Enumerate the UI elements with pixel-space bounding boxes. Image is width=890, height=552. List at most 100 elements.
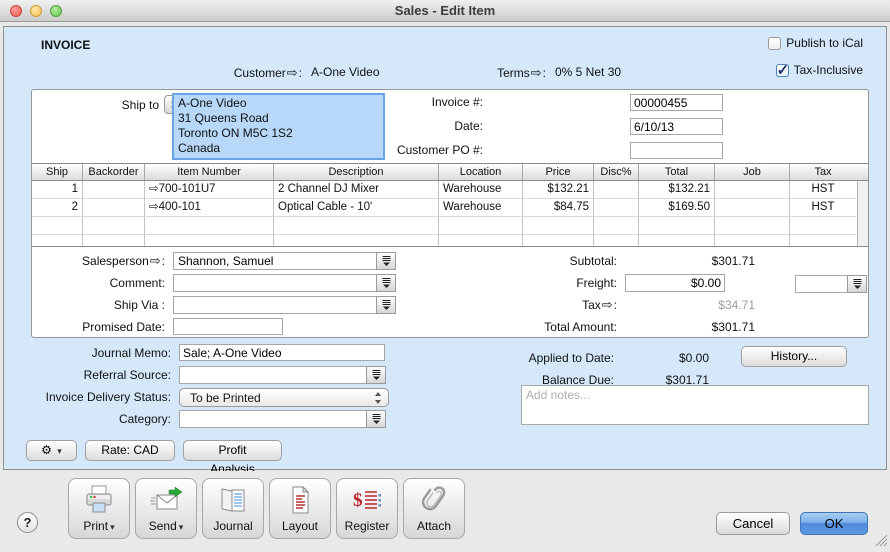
table-cell[interactable]: HST bbox=[790, 181, 856, 199]
column-header[interactable]: Item Number bbox=[145, 164, 274, 180]
column-header[interactable]: Disc% bbox=[594, 164, 639, 180]
table-row[interactable]: 2 ⇨400-101Optical Cable - 10'Warehouse$84… bbox=[32, 199, 868, 217]
terms-value[interactable]: 0% 5 Net 30 bbox=[555, 65, 621, 79]
comment-combo[interactable] bbox=[173, 274, 396, 292]
zoom-arrow-icon[interactable]: ⇨ bbox=[601, 297, 614, 312]
ship-to-address[interactable]: A-One Video 31 Queens Road Toronto ON M5… bbox=[172, 93, 385, 160]
ship-via-input[interactable] bbox=[173, 296, 376, 314]
table-cell[interactable]: Warehouse bbox=[439, 181, 523, 199]
comment-input[interactable] bbox=[173, 274, 376, 292]
promised-date-input[interactable] bbox=[173, 318, 283, 335]
notes-textarea[interactable] bbox=[521, 385, 869, 425]
table-cell[interactable] bbox=[439, 235, 523, 247]
table-cell[interactable]: Optical Cable - 10' bbox=[274, 199, 439, 217]
table-cell[interactable] bbox=[83, 181, 145, 199]
table-cell[interactable] bbox=[594, 235, 639, 247]
register-button[interactable]: $ Register bbox=[336, 478, 398, 539]
table-cell[interactable]: $132.21 bbox=[523, 181, 594, 199]
table-cell[interactable] bbox=[439, 217, 523, 235]
salesperson-input[interactable] bbox=[173, 252, 376, 270]
table-cell[interactable] bbox=[790, 217, 856, 235]
referral-source-combo[interactable] bbox=[179, 366, 386, 384]
table-cell[interactable] bbox=[83, 199, 145, 217]
column-header[interactable]: Location bbox=[439, 164, 523, 180]
category-combo[interactable] bbox=[179, 410, 386, 428]
table-row[interactable] bbox=[32, 235, 868, 247]
zoom-arrow-icon[interactable]: ⇨ bbox=[530, 65, 543, 80]
column-header[interactable]: Description bbox=[274, 164, 439, 180]
table-cell[interactable] bbox=[594, 181, 639, 199]
table-cell[interactable] bbox=[274, 235, 439, 247]
table-cell[interactable] bbox=[639, 217, 715, 235]
column-header[interactable]: Ship bbox=[32, 164, 83, 180]
checkbox-icon[interactable] bbox=[768, 37, 781, 50]
table-cell[interactable]: 2 bbox=[32, 199, 83, 217]
profit-analysis-button[interactable]: Profit Analysis bbox=[183, 440, 282, 461]
table-cell[interactable] bbox=[639, 235, 715, 247]
zoom-arrow-icon[interactable]: ⇨ bbox=[149, 253, 162, 268]
table-cell[interactable]: 1 bbox=[32, 181, 83, 199]
table-cell[interactable]: $84.75 bbox=[523, 199, 594, 217]
customer-po-input[interactable] bbox=[630, 142, 723, 159]
gear-menu-button[interactable]: ⚙ ▾ bbox=[26, 440, 77, 461]
line-items-header[interactable]: ShipBackorderItem NumberDescriptionLocat… bbox=[32, 164, 868, 181]
table-cell[interactable]: $169.50 bbox=[639, 199, 715, 217]
table-cell[interactable] bbox=[715, 199, 790, 217]
table-cell[interactable] bbox=[594, 199, 639, 217]
referral-source-input[interactable] bbox=[179, 366, 366, 384]
table-cell[interactable] bbox=[32, 217, 83, 235]
table-cell[interactable]: $132.21 bbox=[639, 181, 715, 199]
table-cell[interactable] bbox=[594, 217, 639, 235]
help-button[interactable]: ? bbox=[17, 512, 38, 533]
attach-button[interactable]: Attach bbox=[403, 478, 465, 539]
category-input[interactable] bbox=[179, 410, 366, 428]
table-cell[interactable] bbox=[715, 217, 790, 235]
table-row[interactable] bbox=[32, 217, 868, 235]
list-dropdown-button[interactable] bbox=[376, 274, 396, 292]
salesperson-combo[interactable] bbox=[173, 252, 396, 270]
list-dropdown-button[interactable] bbox=[376, 252, 396, 270]
print-button[interactable]: Print▾ bbox=[68, 478, 130, 539]
freight-tax-combo[interactable] bbox=[795, 275, 867, 293]
titlebar[interactable]: Sales - Edit Item bbox=[0, 0, 890, 22]
table-cell[interactable] bbox=[274, 217, 439, 235]
cancel-button[interactable]: Cancel bbox=[716, 512, 790, 535]
table-cell[interactable]: ⇨700-101U7 bbox=[145, 181, 274, 199]
history-button[interactable]: History... bbox=[741, 346, 847, 367]
publish-ical-checkbox[interactable]: Publish to iCal bbox=[768, 36, 863, 50]
table-cell[interactable]: ⇨400-101 bbox=[145, 199, 274, 217]
table-cell[interactable]: Warehouse bbox=[439, 199, 523, 217]
column-header[interactable]: Job bbox=[715, 164, 790, 180]
table-cell[interactable] bbox=[715, 235, 790, 247]
table-cell[interactable]: 2 Channel DJ Mixer bbox=[274, 181, 439, 199]
checkbox-icon[interactable] bbox=[776, 64, 789, 77]
ship-via-combo[interactable] bbox=[173, 296, 396, 314]
column-header[interactable]: Backorder bbox=[83, 164, 145, 180]
table-row[interactable]: 1⇨700-101U72 Channel DJ MixerWarehouse$1… bbox=[32, 181, 868, 199]
ok-button[interactable]: OK bbox=[800, 512, 868, 535]
table-cell[interactable] bbox=[83, 235, 145, 247]
table-cell[interactable] bbox=[715, 181, 790, 199]
zoom-arrow-icon[interactable]: ⇨ bbox=[286, 65, 299, 80]
resize-grip-icon[interactable] bbox=[875, 534, 888, 550]
date-input[interactable] bbox=[630, 118, 723, 135]
layout-button[interactable]: Layout bbox=[269, 478, 331, 539]
table-cell[interactable] bbox=[32, 235, 83, 247]
table-cell[interactable] bbox=[523, 217, 594, 235]
table-cell[interactable]: HST bbox=[790, 199, 856, 217]
table-scrollbar[interactable] bbox=[857, 181, 868, 246]
table-cell[interactable] bbox=[523, 235, 594, 247]
table-cell[interactable] bbox=[145, 217, 274, 235]
send-button[interactable]: Send▾ bbox=[135, 478, 197, 539]
list-dropdown-button[interactable] bbox=[376, 296, 396, 314]
journal-button[interactable]: Journal bbox=[202, 478, 264, 539]
invoice-no-input[interactable] bbox=[630, 94, 723, 111]
tax-inclusive-checkbox[interactable]: Tax-Inclusive bbox=[776, 63, 863, 77]
list-dropdown-button[interactable] bbox=[366, 366, 386, 384]
column-header[interactable]: Tax bbox=[790, 164, 856, 180]
table-cell[interactable] bbox=[145, 235, 274, 247]
delivery-status-popup[interactable]: To be Printed bbox=[179, 388, 389, 407]
column-header[interactable]: Total bbox=[639, 164, 715, 180]
list-dropdown-button[interactable] bbox=[847, 275, 867, 293]
rate-button[interactable]: Rate: CAD bbox=[85, 440, 175, 461]
